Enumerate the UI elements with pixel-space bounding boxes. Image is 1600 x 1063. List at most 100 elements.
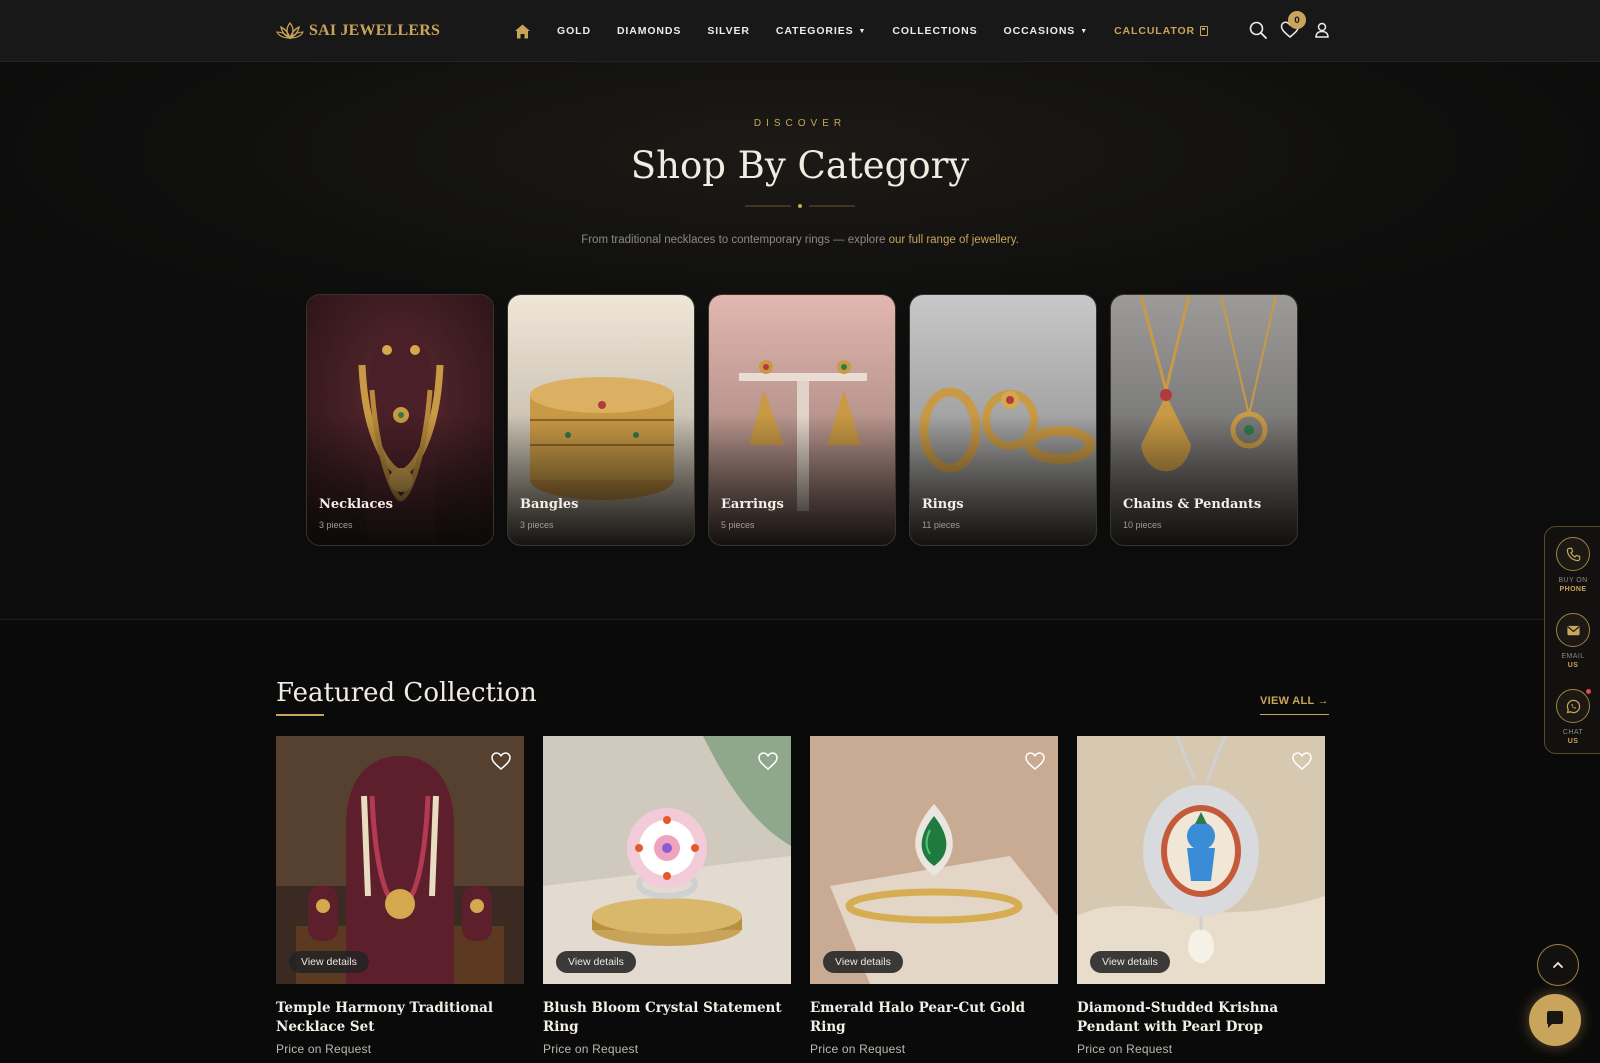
caret-down-icon: ▼ [858,27,867,35]
side-label-top: CHAT [1562,729,1584,736]
product-name[interactable]: Blush Bloom Crystal Statement Ring [543,999,791,1037]
nav-collections[interactable]: COLLECTIONS [892,25,977,37]
nav-calculator[interactable]: CALCULATOR [1114,25,1208,37]
subtitle-text: From traditional necklaces to contempora… [581,234,889,246]
category-card-chains-pendants[interactable]: Chains & Pendants 10 pieces [1110,294,1298,546]
category-card-bangles[interactable]: Bangles 3 pieces [507,294,695,546]
section-eyebrow: DISCOVER [753,118,847,129]
heart-icon [491,752,511,770]
section-subtitle: From traditional necklaces to contempora… [0,234,1600,246]
product-card[interactable]: View details Blush Bloom Crystal Stateme… [543,736,791,1056]
product-name[interactable]: Diamond-Studded Krishna Pendant with Pea… [1077,999,1325,1037]
wishlist-toggle[interactable] [757,750,779,772]
nav-gold-label: GOLD [557,25,591,37]
notification-dot [1586,689,1591,694]
chat-bubble-icon [1547,1011,1563,1028]
buy-on-phone-button[interactable]: BUY ON PHONE [1545,537,1600,594]
nav-categories-label: CATEGORIES [775,25,854,37]
nav-gold[interactable]: GOLD [557,25,591,37]
side-label-top: BUY ON [1558,577,1588,584]
category-name: Rings [922,497,964,512]
view-all-label: VIEW ALL [1260,695,1315,707]
account-button[interactable] [1312,20,1332,40]
krishna-pendant-photo [1077,736,1325,984]
email-icon [1566,625,1580,635]
category-name: Necklaces [319,497,393,512]
nav-categories[interactable]: CATEGORIES ▼ [776,25,867,37]
wishlist-button[interactable]: 0 [1280,11,1306,40]
site-header: SAI JEWELLERS GOLD DIAMONDS SILVER CATEG… [0,0,1600,62]
email-us-button[interactable]: EMAIL US [1545,613,1600,670]
side-label: CHAT US [1545,728,1600,746]
search-button[interactable] [1248,20,1268,40]
product-image[interactable]: View details [543,736,791,984]
section-title: Shop By Category [630,144,970,187]
view-all-link[interactable]: VIEW ALL → [1260,695,1329,715]
chat-fab-button[interactable] [1529,994,1581,1046]
product-card[interactable]: View details Diamond-Studded Krishna Pen… [1077,736,1325,1056]
shop-by-category-section: DISCOVER Shop By Category From tradition… [0,62,1600,620]
category-count: 3 pieces [319,520,353,530]
home-icon[interactable] [514,23,531,40]
statement-ring-photo [543,736,791,984]
lotus-icon [276,21,304,40]
nav-diamonds-label: DIAMONDS [616,25,682,37]
wishlist-toggle[interactable] [1024,750,1046,772]
phone-icon-circle [1556,537,1590,571]
category-count: 11 pieces [922,520,960,530]
brand-name: SAI JEWELLERS [309,22,441,39]
product-image[interactable]: View details [810,736,1058,984]
category-card-earrings[interactable]: Earrings 5 pieces [708,294,896,546]
category-count: 10 pieces [1123,520,1162,530]
scroll-to-top-button[interactable] [1537,944,1579,986]
full-range-link[interactable]: our full range of jewellery. [889,234,1019,246]
necklace-set-photo [276,736,524,984]
contact-side-bar: BUY ON PHONE EMAIL US CHAT US [1544,526,1600,754]
wishlist-toggle[interactable] [490,750,512,772]
view-details-button[interactable]: View details [556,951,636,973]
wishlist-count-badge: 0 [1288,11,1306,29]
nav-occasions[interactable]: OCCASIONS ▼ [1004,25,1089,37]
view-details-button[interactable]: View details [1090,951,1170,973]
product-price: Price on Request [1077,1042,1173,1056]
header-actions: 0 [1248,11,1332,40]
brand-logo[interactable]: SAI JEWELLERS [276,19,440,43]
side-label-top: EMAIL [1561,653,1585,660]
side-label: BUY ON PHONE [1545,576,1600,594]
nav-occasions-label: OCCASIONS [1003,25,1076,37]
caret-down-icon: ▼ [1080,27,1089,35]
arrow-right-icon: → [1317,695,1329,707]
nav-calculator-label: CALCULATOR [1114,25,1195,37]
whatsapp-icon-circle [1556,689,1591,723]
nav-silver-label: SILVER [707,25,750,37]
category-card-rings[interactable]: Rings 11 pieces [909,294,1097,546]
category-name: Chains & Pendants [1123,497,1262,512]
product-name[interactable]: Emerald Halo Pear-Cut Gold Ring [810,999,1058,1037]
featured-title: Featured Collection [276,678,537,708]
product-price: Price on Request [276,1042,372,1056]
category-count: 3 pieces [520,520,554,530]
view-details-button[interactable]: View details [289,951,369,973]
category-grid: Necklaces 3 pieces Bangles 3 pieces Earr… [306,294,1298,546]
nav-collections-label: COLLECTIONS [892,25,978,37]
chevron-up-icon [1553,961,1563,968]
view-details-button[interactable]: View details [823,951,903,973]
nav-silver[interactable]: SILVER [707,25,750,37]
phone-icon [1566,547,1580,561]
category-card-necklaces[interactable]: Necklaces 3 pieces [306,294,494,546]
divider-ornament [745,204,855,208]
wishlist-toggle[interactable] [1291,750,1313,772]
side-label-bottom: PHONE [1559,586,1587,593]
product-image[interactable]: View details [276,736,524,984]
chat-us-button[interactable]: CHAT US [1545,689,1600,746]
nav-diamonds[interactable]: DIAMONDS [617,25,681,37]
product-card[interactable]: View details Emerald Halo Pear-Cut Gold … [810,736,1058,1056]
product-price: Price on Request [810,1042,906,1056]
product-grid: View details Temple Harmony Traditional … [276,736,1325,1056]
product-image[interactable]: View details [1077,736,1325,984]
heart-icon [1025,752,1045,770]
emerald-ring-photo [810,736,1058,984]
product-card[interactable]: View details Temple Harmony Traditional … [276,736,524,1056]
product-name[interactable]: Temple Harmony Traditional Necklace Set [276,999,524,1037]
side-label-bottom: US [1567,738,1579,745]
